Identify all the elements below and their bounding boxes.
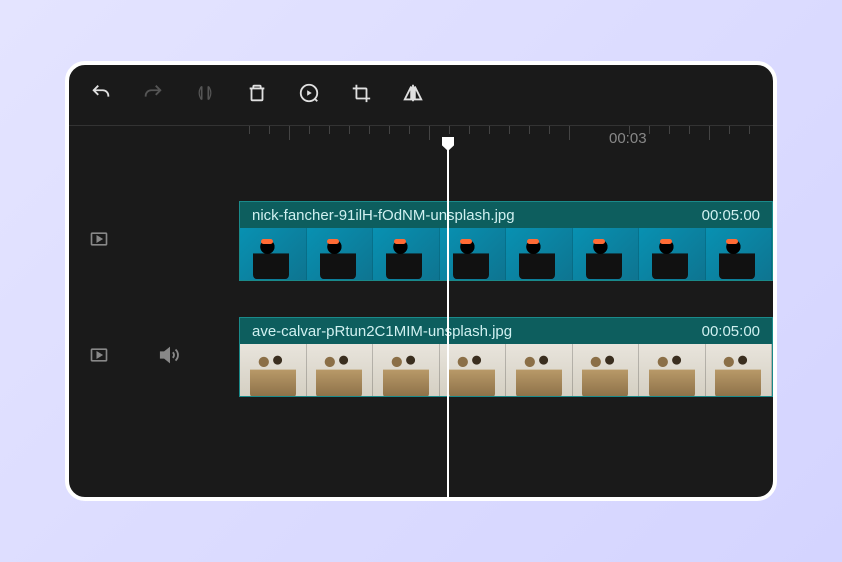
track-controls (69, 344, 239, 371)
video-track-2: ave-calvar-pRtun2C1MIM-unsplash.jpg 00:0… (69, 309, 773, 405)
video-track-1: nick-fancher-91ilH-fOdNM-unsplash.jpg 00… (69, 193, 773, 289)
mirror-button[interactable] (401, 81, 425, 105)
video-track-icon[interactable] (89, 229, 109, 254)
clip-1[interactable]: nick-fancher-91ilH-fOdNM-unsplash.jpg 00… (239, 201, 773, 281)
clip-thumbnails (240, 344, 772, 397)
playhead[interactable] (447, 149, 449, 497)
split-button[interactable] (193, 81, 217, 105)
timeline-ruler[interactable]: 00:03 (69, 125, 773, 153)
clip-duration: 00:05:00 (702, 207, 760, 224)
crop-button[interactable] (349, 81, 373, 105)
clip-thumbnails (240, 228, 772, 281)
track-controls (69, 229, 239, 254)
redo-button[interactable] (141, 81, 165, 105)
clip-2[interactable]: ave-calvar-pRtun2C1MIM-unsplash.jpg 00:0… (239, 317, 773, 397)
clip-filename: nick-fancher-91ilH-fOdNM-unsplash.jpg (252, 207, 515, 224)
audio-icon[interactable] (159, 344, 181, 371)
tracks-area: nick-fancher-91ilH-fOdNM-unsplash.jpg 00… (69, 153, 773, 405)
undo-button[interactable] (89, 81, 113, 105)
clip-duration: 00:05:00 (702, 323, 760, 340)
video-track-icon[interactable] (89, 345, 109, 370)
speed-button[interactable] (297, 81, 321, 105)
clip-filename: ave-calvar-pRtun2C1MIM-unsplash.jpg (252, 323, 512, 340)
editor-window: 00:03 nick-fancher-91ilH-fOdNM-unsplash.… (65, 61, 777, 501)
time-marker: 00:03 (609, 130, 647, 147)
toolbar (69, 65, 773, 121)
delete-button[interactable] (245, 81, 269, 105)
